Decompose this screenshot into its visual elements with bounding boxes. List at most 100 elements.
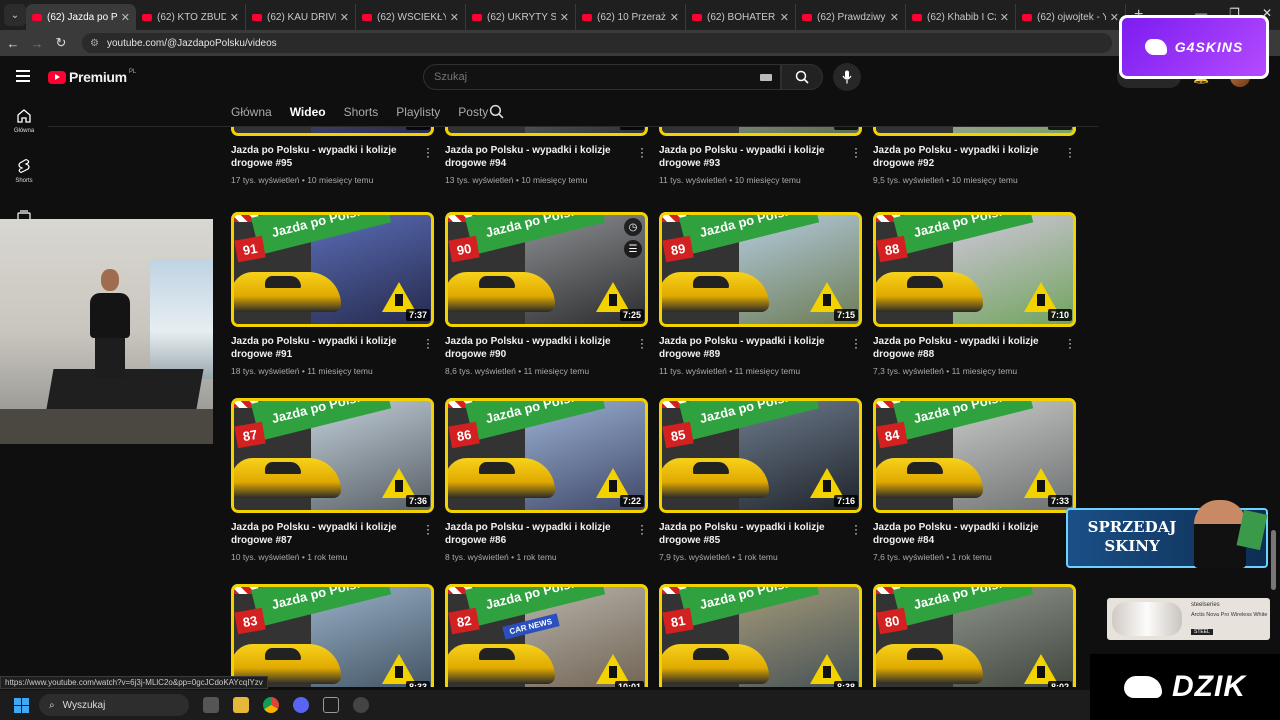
video-thumbnail[interactable]: Jazda po Polsku 84 7:33: [873, 398, 1076, 513]
video-thumbnail[interactable]: Jazda po Polsku959:22: [231, 127, 434, 136]
video-title[interactable]: Jazda po Polsku - wypadki i kolizje drog…: [873, 144, 1058, 170]
menu-icon[interactable]: [16, 70, 30, 85]
video-card[interactable]: Jazda po Polsku 87 7:36 Jazda po Polsku - w…: [231, 398, 434, 562]
more-actions-icon[interactable]: ···: [424, 333, 432, 353]
video-card[interactable]: Jazda po Polsku936:33 Jazda po Polsku - w…: [659, 127, 862, 185]
browser-tab[interactable]: (62) WŚCIEKŁY TI ✕: [356, 4, 466, 30]
more-actions-icon[interactable]: ···: [1066, 142, 1074, 162]
video-title[interactable]: Jazda po Polsku - wypadki i kolizje drog…: [659, 521, 844, 547]
page-scrollbar[interactable]: [1271, 530, 1276, 590]
video-card[interactable]: Jazda po Polsku 82 CAR NEWS 10:01: [445, 584, 648, 687]
obs-icon[interactable]: [353, 697, 369, 713]
search-box[interactable]: [423, 64, 781, 90]
more-actions-icon[interactable]: ···: [852, 142, 860, 162]
close-tab-icon[interactable]: ✕: [230, 11, 239, 24]
close-tab-icon[interactable]: ✕: [890, 11, 899, 24]
video-thumbnail[interactable]: Jazda po Polsku927:04: [873, 127, 1076, 136]
search-input[interactable]: [434, 71, 734, 83]
more-actions-icon[interactable]: ···: [638, 333, 646, 353]
keyboard-icon[interactable]: [760, 74, 772, 81]
video-title[interactable]: Jazda po Polsku - wypadki i kolizje drog…: [873, 521, 1058, 547]
youtube-logo[interactable]: Premium PL: [48, 69, 136, 85]
close-tab-icon[interactable]: ✕: [1000, 11, 1009, 24]
channel-tab[interactable]: Wideo: [290, 105, 326, 119]
video-card[interactable]: Jazda po Polsku 84 7:33 Jazda po Polsku - w…: [873, 398, 1076, 562]
video-card[interactable]: Jazda po Polsku 88 7:10 Jazda po Polsku - w…: [873, 212, 1076, 376]
video-thumbnail[interactable]: Jazda po Polsku936:33: [659, 127, 862, 136]
video-card[interactable]: Jazda po Polsku 91 7:37 Jazda po Polsku - w…: [231, 212, 434, 376]
watch-later-icon[interactable]: ◷: [624, 218, 642, 236]
channel-tab[interactable]: Główna: [231, 105, 272, 119]
close-tab-icon[interactable]: ✕: [340, 11, 349, 24]
taskbar-search[interactable]: ⌕ Wyszukaj: [39, 694, 189, 716]
search-button[interactable]: [781, 64, 823, 90]
video-title[interactable]: Jazda po Polsku - wypadki i kolizje drog…: [659, 335, 844, 361]
browser-tab[interactable]: (62) UKRYTY SYST ✕: [466, 4, 576, 30]
file-explorer-icon[interactable]: [233, 697, 249, 713]
video-thumbnail[interactable]: Jazda po Polsku 81 8:38: [659, 584, 862, 687]
video-card[interactable]: Jazda po Polsku948:07 Jazda po Polsku - w…: [445, 127, 648, 185]
video-thumbnail[interactable]: Jazda po Polsku 90 ◷ ☰ 7:25: [445, 212, 648, 327]
close-tab-icon[interactable]: ✕: [121, 11, 130, 24]
video-thumbnail[interactable]: Jazda po Polsku 89 7:15: [659, 212, 862, 327]
video-title[interactable]: Jazda po Polsku - wypadki i kolizje drog…: [445, 144, 630, 170]
video-thumbnail[interactable]: Jazda po Polsku 85 7:16: [659, 398, 862, 513]
back-icon[interactable]: ←: [2, 36, 24, 51]
browser-tab[interactable]: (62) BOHATER czy ✕: [686, 4, 796, 30]
video-card[interactable]: Jazda po Polsku927:04 Jazda po Polsku - w…: [873, 127, 1076, 185]
video-thumbnail[interactable]: Jazda po Polsku 91 7:37: [231, 212, 434, 327]
close-tab-icon[interactable]: ✕: [670, 11, 679, 24]
more-actions-icon[interactable]: ···: [1066, 333, 1074, 353]
url-bar[interactable]: ⚙ youtube.com/@JazdapoPolsku/videos: [82, 33, 1112, 53]
close-tab-icon[interactable]: ✕: [450, 11, 459, 24]
task-view-icon[interactable]: [203, 697, 219, 713]
video-thumbnail[interactable]: Jazda po Polsku 86 7:22: [445, 398, 648, 513]
more-actions-icon[interactable]: ···: [424, 142, 432, 162]
video-card[interactable]: Jazda po Polsku 81 8:38: [659, 584, 862, 687]
video-thumbnail[interactable]: Jazda po Polsku 83 8:33: [231, 584, 434, 687]
tab-list-button[interactable]: ⌄: [4, 4, 26, 26]
video-thumbnail[interactable]: Jazda po Polsku 80 8:02: [873, 584, 1076, 687]
site-info-icon[interactable]: ⚙: [90, 38, 99, 49]
video-title[interactable]: Jazda po Polsku - wypadki i kolizje drog…: [445, 335, 630, 361]
more-actions-icon[interactable]: ···: [852, 333, 860, 353]
more-actions-icon[interactable]: ···: [852, 519, 860, 539]
close-tab-icon[interactable]: ✕: [560, 11, 569, 24]
video-title[interactable]: Jazda po Polsku - wypadki i kolizje drog…: [231, 335, 416, 361]
video-thumbnail[interactable]: Jazda po Polsku 82 CAR NEWS 10:01: [445, 584, 648, 687]
browser-tab[interactable]: (62) Prawdziwy Le ✕: [796, 4, 906, 30]
discord-icon[interactable]: [293, 697, 309, 713]
channel-tab[interactable]: Playlisty: [396, 105, 440, 119]
forward-icon[interactable]: →: [26, 36, 48, 51]
video-title[interactable]: Jazda po Polsku - wypadki i kolizje drog…: [659, 144, 844, 170]
video-card[interactable]: Jazda po Polsku 90 ◷ ☰ 7:25 Jazda po Polsku -…: [445, 212, 648, 376]
video-card[interactable]: Jazda po Polsku 80 8:02: [873, 584, 1076, 687]
reload-icon[interactable]: ↻: [50, 35, 72, 51]
channel-tab[interactable]: Posty: [458, 105, 488, 119]
video-title[interactable]: Jazda po Polsku - wypadki i kolizje drog…: [231, 521, 416, 547]
more-actions-icon[interactable]: ···: [638, 519, 646, 539]
video-card[interactable]: Jazda po Polsku 86 7:22 Jazda po Polsku - w…: [445, 398, 648, 562]
add-to-queue-icon[interactable]: ☰: [624, 240, 642, 258]
video-card[interactable]: Jazda po Polsku 89 7:15 Jazda po Polsku - w…: [659, 212, 862, 376]
windows-start-icon[interactable]: [14, 697, 29, 713]
video-card[interactable]: Jazda po Polsku959:22 Jazda po Polsku - w…: [231, 127, 434, 185]
video-title[interactable]: Jazda po Polsku - wypadki i kolizje drog…: [873, 335, 1058, 361]
browser-tab[interactable]: (62) 10 Przerażają ✕: [576, 4, 686, 30]
video-title[interactable]: Jazda po Polsku - wypadki i kolizje drog…: [445, 521, 630, 547]
close-tab-icon[interactable]: ✕: [780, 11, 789, 24]
more-actions-icon[interactable]: ···: [424, 519, 432, 539]
video-thumbnail[interactable]: Jazda po Polsku 87 7:36: [231, 398, 434, 513]
browser-tab[interactable]: (62) Jazda po Pols ✕: [26, 4, 136, 30]
browser-tab[interactable]: (62) KTO ZBUDUJE ✕: [136, 4, 246, 30]
xbox-icon[interactable]: [323, 697, 339, 713]
more-actions-icon[interactable]: ···: [638, 142, 646, 162]
browser-tab[interactable]: (62) ojwojtek - You ✕: [1016, 4, 1126, 30]
channel-search-icon[interactable]: [489, 104, 504, 119]
video-card[interactable]: Jazda po Polsku 83 8:33: [231, 584, 434, 687]
video-card[interactable]: Jazda po Polsku 85 7:16 Jazda po Polsku - w…: [659, 398, 862, 562]
close-tab-icon[interactable]: ✕: [1110, 11, 1119, 24]
video-thumbnail[interactable]: Jazda po Polsku 88 7:10: [873, 212, 1076, 327]
channel-tab[interactable]: Shorts: [344, 105, 379, 119]
chrome-icon[interactable]: [263, 697, 279, 713]
